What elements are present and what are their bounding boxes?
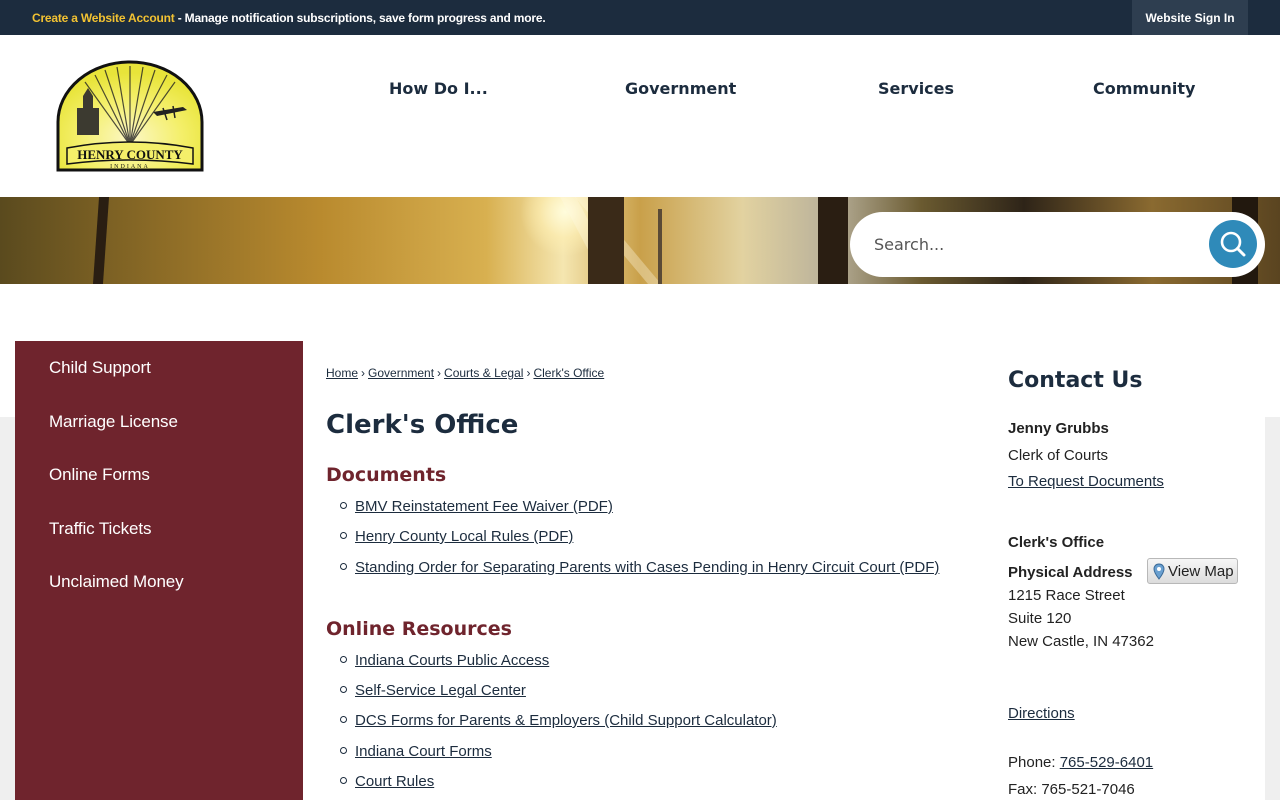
list-item: Indiana Courts Public Access bbox=[340, 652, 549, 669]
contact-role: Clerk of Courts bbox=[1008, 447, 1109, 464]
document-link[interactable]: Henry County Local Rules (PDF) bbox=[355, 528, 573, 545]
site-header: HENRY COUNTY INDIANA How Do I... Governm… bbox=[0, 35, 1280, 197]
documents-heading: Documents bbox=[326, 464, 447, 486]
breadcrumb-courts-legal[interactable]: Courts & Legal bbox=[444, 366, 523, 380]
resource-link[interactable]: Self-Service Legal Center bbox=[355, 682, 526, 699]
document-link[interactable]: Standing Order for Separating Parents wi… bbox=[355, 559, 939, 576]
tree-trunk bbox=[588, 197, 624, 284]
search-icon bbox=[1220, 231, 1246, 257]
bullet-icon bbox=[340, 747, 347, 754]
office-name: Clerk's Office bbox=[1008, 534, 1105, 551]
breadcrumb-clerks-office[interactable]: Clerk's Office bbox=[533, 366, 604, 380]
create-account-link[interactable]: Create a Website Account bbox=[32, 11, 175, 25]
notification-message: Create a Website Account - Manage notifi… bbox=[32, 11, 546, 25]
sidebar-item-online-forms[interactable]: Online Forms bbox=[49, 465, 150, 485]
sidebar-nav: Child Support Marriage License Online Fo… bbox=[15, 341, 303, 800]
resource-link[interactable]: DCS Forms for Parents & Employers (Child… bbox=[355, 712, 777, 729]
henry-county-logo[interactable]: HENRY COUNTY INDIANA bbox=[55, 60, 205, 172]
tree-trunk bbox=[92, 197, 110, 284]
sidebar-item-marriage-license[interactable]: Marriage License bbox=[49, 412, 178, 432]
address-label: Physical Address bbox=[1008, 564, 1133, 581]
sign-in-button[interactable]: Website Sign In bbox=[1132, 0, 1248, 35]
view-map-label: View Map bbox=[1168, 562, 1234, 580]
notification-text: - Manage notification subscriptions, sav… bbox=[174, 11, 546, 25]
sidebar-item-traffic-tickets[interactable]: Traffic Tickets bbox=[49, 519, 152, 539]
sidebar-item-unclaimed-money[interactable]: Unclaimed Money bbox=[49, 572, 184, 592]
sidebar-item-child-support[interactable]: Child Support bbox=[49, 358, 151, 378]
bullet-icon bbox=[340, 777, 347, 784]
resource-link[interactable]: Indiana Court Forms bbox=[355, 743, 492, 760]
tree-trunk bbox=[818, 197, 848, 284]
directions-label[interactable]: Directions bbox=[1008, 705, 1075, 722]
breadcrumb-government[interactable]: Government bbox=[368, 366, 434, 380]
address-line: Suite 120 bbox=[1008, 610, 1072, 627]
breadcrumb: Home › Government › Courts & Legal › Clerk's O… bbox=[326, 366, 604, 380]
breadcrumb-separator: › bbox=[437, 366, 442, 380]
list-item: BMV Reinstatement Fee Waiver (PDF) bbox=[340, 498, 613, 515]
address-line: New Castle, IN 47362 bbox=[1008, 633, 1154, 650]
nav-government[interactable]: Government bbox=[625, 79, 736, 98]
list-item: Standing Order for Separating Parents wi… bbox=[340, 559, 939, 576]
list-item: Self-Service Legal Center bbox=[340, 682, 526, 699]
nav-how-do-i[interactable]: How Do I... bbox=[389, 79, 488, 98]
request-documents-link[interactable]: To Request Documents bbox=[1008, 473, 1164, 490]
view-map-button[interactable]: View Map bbox=[1147, 558, 1238, 584]
phone-row: Phone: 765-529-6401 bbox=[1008, 754, 1153, 771]
notification-bar: Create a Website Account - Manage notifi… bbox=[0, 0, 1280, 35]
fax-text: Fax: 765-521-7046 bbox=[1008, 781, 1135, 798]
resource-link[interactable]: Court Rules bbox=[355, 773, 434, 790]
bullet-icon bbox=[340, 563, 347, 570]
logo-subtext: INDIANA bbox=[110, 164, 150, 170]
phone-label: Phone: bbox=[1008, 754, 1060, 771]
contact-name: Jenny Grubbs bbox=[1008, 420, 1109, 437]
lamp-post bbox=[658, 209, 662, 284]
logo-text: HENRY COUNTY bbox=[77, 147, 183, 162]
page-title: Clerk's Office bbox=[326, 410, 519, 440]
contact-heading: Contact Us bbox=[1008, 368, 1143, 393]
list-item: Indiana Court Forms bbox=[340, 743, 492, 760]
resource-link[interactable]: Indiana Courts Public Access bbox=[355, 652, 549, 669]
online-resources-heading: Online Resources bbox=[326, 618, 512, 640]
address-line: 1215 Race Street bbox=[1008, 587, 1125, 604]
bullet-icon bbox=[340, 716, 347, 723]
search-box bbox=[850, 212, 1265, 277]
list-item: Court Rules bbox=[340, 773, 434, 790]
bullet-icon bbox=[340, 656, 347, 663]
breadcrumb-separator: › bbox=[526, 366, 531, 380]
request-documents-label[interactable]: To Request Documents bbox=[1008, 473, 1164, 490]
nav-services[interactable]: Services bbox=[878, 79, 954, 98]
document-link[interactable]: BMV Reinstatement Fee Waiver (PDF) bbox=[355, 498, 613, 515]
breadcrumb-separator: › bbox=[361, 366, 366, 380]
directions-link[interactable]: Directions bbox=[1008, 705, 1075, 722]
list-item: DCS Forms for Parents & Employers (Child… bbox=[340, 712, 777, 729]
phone-link[interactable]: 765-529-6401 bbox=[1060, 754, 1153, 771]
bullet-icon bbox=[340, 502, 347, 509]
map-pin-icon bbox=[1153, 562, 1165, 580]
nav-community[interactable]: Community bbox=[1093, 79, 1195, 98]
bullet-icon bbox=[340, 532, 347, 539]
search-button[interactable] bbox=[1209, 220, 1257, 268]
bullet-icon bbox=[340, 686, 347, 693]
breadcrumb-home[interactable]: Home bbox=[326, 366, 358, 380]
list-item: Henry County Local Rules (PDF) bbox=[340, 528, 573, 545]
search-input[interactable] bbox=[874, 230, 1194, 258]
